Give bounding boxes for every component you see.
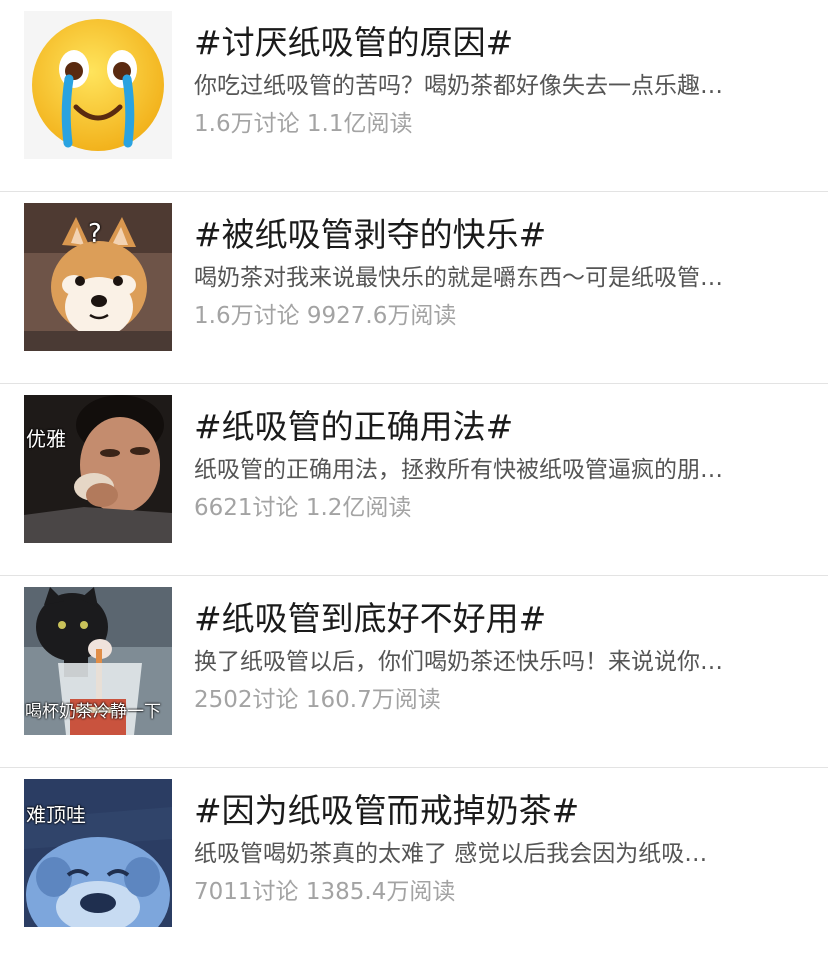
crying-emoji-icon [24, 11, 172, 159]
discussion-count: 7011讨论 [194, 879, 299, 905]
topic-thumbnail-crying-cartoon[interactable]: 难顶哇 [24, 779, 172, 927]
topic-thumbnail-crying-emoji[interactable] [24, 11, 172, 159]
topic-title[interactable]: #纸吸管到底好不好用# [194, 598, 804, 640]
topic-stats: 1.6万讨论 9927.6万阅读 [194, 300, 804, 332]
topic-stats: 7011讨论 1385.4万阅读 [194, 876, 804, 908]
topic-description: 纸吸管喝奶茶真的太难了 感觉以后我会因为纸吸… [194, 841, 708, 867]
topic-stats: 2502讨论 160.7万阅读 [194, 684, 804, 716]
topic-text: #纸吸管到底好不好用# 换了纸吸管以后，你们喝奶茶还快乐吗！来说说你… 2502… [194, 598, 804, 716]
topic-thumbnail-shiba-dog[interactable]: ? [24, 203, 172, 351]
topic-item[interactable]: #讨厌纸吸管的原因# 你吃过纸吸管的苦吗？喝奶茶都好像失去一点乐趣… 1.6万讨… [0, 0, 828, 192]
topic-item[interactable]: 优雅 #纸吸管的正确用法# 纸吸管的正确用法，拯救所有快被纸吸管逼疯的朋… 66… [0, 384, 828, 576]
topic-title[interactable]: #纸吸管的正确用法# [194, 406, 804, 448]
thumbnail-caption: ? [88, 219, 102, 249]
discussion-count: 1.6万讨论 [194, 111, 300, 137]
topic-item[interactable]: 喝杯奶茶冷静一下 #纸吸管到底好不好用# 换了纸吸管以后，你们喝奶茶还快乐吗！来… [0, 576, 828, 768]
topic-thumbnail-person-straw[interactable]: 优雅 [24, 395, 172, 543]
topic-stats: 6621讨论 1.2亿阅读 [194, 492, 804, 524]
discussion-count: 1.6万讨论 [194, 303, 300, 329]
person-with-straw-icon [24, 395, 172, 543]
read-count: 160.7万阅读 [305, 687, 441, 713]
thumbnail-caption: 难顶哇 [26, 803, 86, 827]
topic-title[interactable]: #被纸吸管剥夺的快乐# [194, 214, 804, 256]
topic-list: #讨厌纸吸管的原因# 你吃过纸吸管的苦吗？喝奶茶都好像失去一点乐趣… 1.6万讨… [0, 0, 828, 960]
topic-title[interactable]: #讨厌纸吸管的原因# [194, 22, 804, 64]
topic-title[interactable]: #因为纸吸管而戒掉奶茶# [194, 790, 804, 832]
topic-description: 换了纸吸管以后，你们喝奶茶还快乐吗！来说说你… [194, 649, 723, 675]
topic-item[interactable]: ? #被纸吸管剥夺的快乐# 喝奶茶对我来说最快乐的就是嚼东西～可是纸吸管… 1.… [0, 192, 828, 384]
topic-text: #被纸吸管剥夺的快乐# 喝奶茶对我来说最快乐的就是嚼东西～可是纸吸管… 1.6万… [194, 214, 804, 332]
topic-text: #讨厌纸吸管的原因# 你吃过纸吸管的苦吗？喝奶茶都好像失去一点乐趣… 1.6万讨… [194, 22, 804, 140]
read-count: 1.2亿阅读 [305, 495, 412, 521]
read-count: 9927.6万阅读 [306, 303, 457, 329]
topic-description: 喝奶茶对我来说最快乐的就是嚼东西～可是纸吸管… [194, 265, 723, 291]
discussion-count: 6621讨论 [194, 495, 299, 521]
thumbnail-caption: 喝杯奶茶冷静一下 [25, 702, 161, 722]
read-count: 1.1亿阅读 [306, 111, 413, 137]
topic-item[interactable]: 难顶哇 #因为纸吸管而戒掉奶茶# 纸吸管喝奶茶真的太难了 感觉以后我会因为纸吸…… [0, 768, 828, 960]
discussion-count: 2502讨论 [194, 687, 299, 713]
topic-thumbnail-cat-drinking[interactable]: 喝杯奶茶冷静一下 [24, 587, 172, 735]
topic-description: 纸吸管的正确用法，拯救所有快被纸吸管逼疯的朋… [194, 457, 723, 483]
topic-stats: 1.6万讨论 1.1亿阅读 [194, 108, 804, 140]
read-count: 1385.4万阅读 [305, 879, 456, 905]
topic-text: #因为纸吸管而戒掉奶茶# 纸吸管喝奶茶真的太难了 感觉以后我会因为纸吸… 701… [194, 790, 804, 908]
topic-description: 你吃过纸吸管的苦吗？喝奶茶都好像失去一点乐趣… [194, 73, 723, 99]
topic-text: #纸吸管的正确用法# 纸吸管的正确用法，拯救所有快被纸吸管逼疯的朋… 6621讨… [194, 406, 804, 524]
thumbnail-caption: 优雅 [26, 427, 66, 451]
